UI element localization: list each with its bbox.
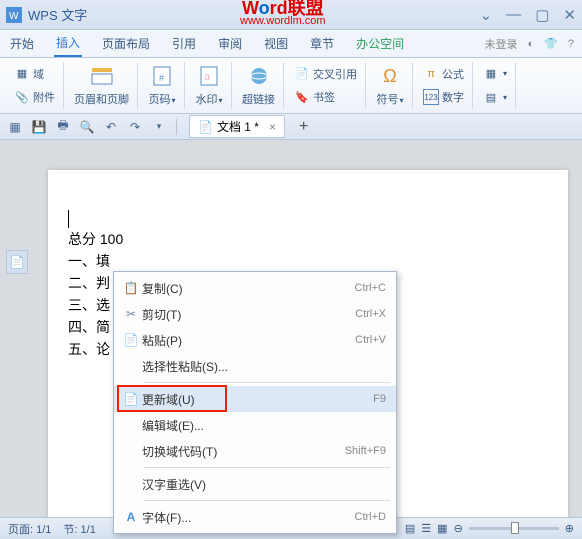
symbol-button[interactable]: Ω符号▾ xyxy=(374,62,406,109)
tab-layout[interactable]: 页面布局 xyxy=(100,31,152,56)
tab-start[interactable]: 开始 xyxy=(8,31,36,56)
add-tab-button[interactable]: + xyxy=(299,118,308,136)
zoom-in-icon[interactable]: ⊕ xyxy=(565,522,574,535)
hyperlink-icon xyxy=(245,64,273,88)
wps-menu-icon[interactable]: ▦ xyxy=(6,118,24,136)
print-icon[interactable]: 🖶 xyxy=(54,118,72,136)
ctx-copy[interactable]: 📋复制(C)Ctrl+C xyxy=(114,275,396,301)
attachment-icon: 📎 xyxy=(14,89,30,105)
header-footer-icon xyxy=(88,64,116,88)
cross-ref-button[interactable]: 📄交叉引用 xyxy=(292,64,359,84)
app-title: WPS 文字 xyxy=(28,5,87,24)
font-icon: A xyxy=(120,510,142,524)
status-page: 页面: 1/1 xyxy=(8,521,51,537)
undo-icon[interactable]: ↶ xyxy=(102,118,120,136)
ctx-font[interactable]: A字体(F)...Ctrl+D xyxy=(114,504,396,530)
paste-icon: 📄 xyxy=(120,333,142,347)
ctx-update-field[interactable]: 📄更新域(U)F9 xyxy=(114,386,396,412)
skin-icon[interactable]: ◐ xyxy=(528,38,535,50)
copy-icon: 📋 xyxy=(120,281,142,295)
ctx-reselect[interactable]: 汉字重选(V) xyxy=(114,471,396,497)
svg-text:#: # xyxy=(159,73,164,83)
ctx-separator xyxy=(144,500,390,501)
doc-tab-name: 文档 1 * xyxy=(217,118,259,135)
view-web-icon[interactable]: ▦ xyxy=(437,522,447,535)
ctx-paste[interactable]: 📄粘贴(P)Ctrl+V xyxy=(114,327,396,353)
bookmark-icon: 🔖 xyxy=(294,89,310,105)
grid2-icon: ▤ xyxy=(483,89,499,105)
tab-office[interactable]: 办公空间 xyxy=(354,31,406,56)
zoom-out-icon[interactable]: ⊖ xyxy=(454,522,463,535)
preview-icon[interactable]: 🔍 xyxy=(78,118,96,136)
hyperlink-button[interactable]: 超链接 xyxy=(240,62,277,109)
login-link[interactable]: 未登录 xyxy=(485,36,518,52)
context-menu: 📋复制(C)Ctrl+C ✂剪切(T)Ctrl+X 📄粘贴(P)Ctrl+V 选… xyxy=(113,271,397,534)
tab-insert[interactable]: 插入 xyxy=(54,30,82,57)
side-panel-icon[interactable]: 📄 xyxy=(6,250,28,274)
page-number-button[interactable]: #页码▾ xyxy=(146,62,178,109)
redo-icon[interactable]: ↷ xyxy=(126,118,144,136)
view-page-icon[interactable]: ▤ xyxy=(405,522,415,535)
save-icon[interactable]: 💾 xyxy=(30,118,48,136)
close-icon[interactable]: ✕ xyxy=(563,6,576,24)
shirt-icon[interactable]: 👕 xyxy=(544,37,558,50)
help-icon[interactable]: ? xyxy=(568,38,574,50)
status-section: 节: 1/1 xyxy=(63,521,95,537)
page-number-icon: # xyxy=(148,64,176,88)
cross-ref-icon: 📄 xyxy=(294,66,310,82)
tab-references[interactable]: 引用 xyxy=(170,31,198,56)
ctx-edit-field[interactable]: 编辑域(E)... xyxy=(114,412,396,438)
document-tab[interactable]: 📄 文档 1 * × xyxy=(189,115,285,138)
tab-view[interactable]: 视图 xyxy=(262,31,290,56)
formula-icon: π xyxy=(423,66,439,82)
field-icon: ▦ xyxy=(14,66,30,82)
minimize-icon[interactable]: — xyxy=(506,6,521,24)
view-outline-icon[interactable]: ☰ xyxy=(421,522,431,535)
symbol-icon: Ω xyxy=(376,64,404,88)
update-icon: 📄 xyxy=(120,392,142,406)
close-tab-icon[interactable]: × xyxy=(269,120,276,134)
field-button[interactable]: ▦域 xyxy=(12,64,57,84)
app-icon: W xyxy=(6,7,22,23)
ctx-cut[interactable]: ✂剪切(T)Ctrl+X xyxy=(114,301,396,327)
formula-button[interactable]: π公式 xyxy=(421,64,466,84)
maximize-icon[interactable]: ▢ xyxy=(535,6,549,24)
tab-review[interactable]: 审阅 xyxy=(216,31,244,56)
bookmark-button[interactable]: 🔖书签 xyxy=(292,87,359,107)
watermark-button[interactable]: a水印▾ xyxy=(193,62,225,109)
number-button[interactable]: 123数字 xyxy=(421,87,466,107)
qat-more-icon[interactable]: ▾ xyxy=(150,118,168,136)
attachment-button[interactable]: 📎附件 xyxy=(12,87,57,107)
watermark-icon: a xyxy=(195,64,223,88)
doc-icon: 📄 xyxy=(198,120,213,134)
cut-icon: ✂ xyxy=(120,307,142,321)
ctx-paste-special[interactable]: 选择性粘贴(S)... xyxy=(114,353,396,379)
misc-button-2[interactable]: ▤▾ xyxy=(481,87,509,107)
ribbon-toggle-icon[interactable]: ⌄ xyxy=(480,6,493,24)
svg-text:a: a xyxy=(204,71,211,83)
ctx-separator xyxy=(144,467,390,468)
header-footer-button[interactable]: 页眉和页脚 xyxy=(72,62,131,109)
ctx-toggle-code[interactable]: 切换域代码(T)Shift+F9 xyxy=(114,438,396,464)
number-icon: 123 xyxy=(423,89,439,105)
ctx-separator xyxy=(144,382,390,383)
tab-sections[interactable]: 章节 xyxy=(308,31,336,56)
svg-text:W: W xyxy=(9,11,19,22)
misc-button-1[interactable]: ▦▾ xyxy=(481,64,509,84)
grid-icon: ▦ xyxy=(483,66,499,82)
zoom-slider[interactable] xyxy=(469,527,559,530)
watermark: Word联盟 www.wordlm.com xyxy=(240,2,326,28)
